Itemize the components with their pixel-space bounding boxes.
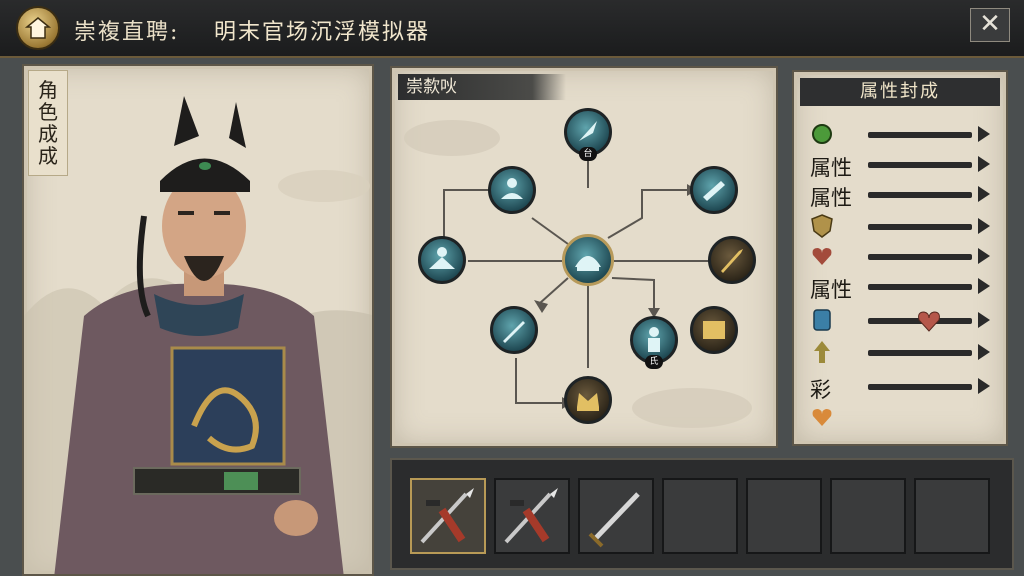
expand-arrow-icon[interactable] <box>978 378 990 394</box>
heart-icon <box>812 248 832 265</box>
role-label-char: 色 <box>38 100 58 124</box>
up-arrow-icon <box>814 341 830 363</box>
meditating-figure-icon <box>429 247 455 269</box>
skill-node-upper-left[interactable] <box>488 166 536 214</box>
skill-node-upper-right[interactable] <box>690 166 738 214</box>
attribute-label: 属性 <box>810 186 852 210</box>
skill-tree-title: 崇歀吙 <box>398 74 566 100</box>
equipment-slot[interactable] <box>746 478 822 554</box>
gold-shield-icon <box>811 214 833 238</box>
sword-icon <box>503 321 525 343</box>
equipment-bar <box>390 458 1014 570</box>
node-badge: 氏 <box>645 355 663 369</box>
attribute-row[interactable] <box>806 404 1002 434</box>
attribute-row[interactable] <box>806 212 1002 242</box>
attribute-row[interactable] <box>806 120 1002 150</box>
skill-node-center[interactable] <box>562 234 614 286</box>
home-roof-icon <box>25 17 51 39</box>
expand-arrow-icon[interactable] <box>978 186 990 202</box>
equipment-slot[interactable] <box>578 478 654 554</box>
official-portrait <box>54 96 344 574</box>
attribute-row[interactable]: 属性 <box>806 272 1002 302</box>
crossed-spear-icon <box>420 488 474 544</box>
attribute-row[interactable]: 属性 <box>806 180 1002 210</box>
attribute-row[interactable] <box>806 242 1002 272</box>
expand-arrow-icon[interactable] <box>978 248 990 264</box>
character-panel: 角 色 成 成 <box>22 64 374 576</box>
expand-arrow-icon[interactable] <box>978 218 990 234</box>
lotus-icon <box>575 256 601 271</box>
attribute-panel: 属性封成 属性 属性 属性 彩 <box>792 70 1008 446</box>
equipment-slot[interactable] <box>494 478 570 554</box>
title-bar: 崇複直聘: 明末官场沉浮模拟器 ✕ <box>0 0 1024 58</box>
expand-arrow-icon[interactable] <box>978 126 990 142</box>
skill-node-left[interactable] <box>418 236 466 284</box>
scroll-quill-icon <box>703 181 725 201</box>
role-label-char: 成 <box>38 144 58 168</box>
gold-sword-icon <box>721 249 743 273</box>
scroll-document-icon <box>703 321 725 339</box>
close-button[interactable]: ✕ <box>970 8 1010 42</box>
expand-arrow-icon[interactable] <box>978 278 990 294</box>
crossed-spear-icon <box>504 488 558 544</box>
skill-tree-panel: 崇歀吙 台 氏 <box>390 66 778 448</box>
meditation-icon <box>501 178 523 199</box>
page-title: 明末官场沉浮模拟器 <box>214 20 431 45</box>
attribute-row[interactable]: 属性 <box>806 150 1002 180</box>
attribute-label: 属性 <box>810 278 852 302</box>
skill-node-far-right[interactable] <box>690 306 738 354</box>
attribute-label: 彩 <box>810 378 831 402</box>
scroll-badge-icon <box>813 309 831 331</box>
home-button[interactable] <box>16 6 60 50</box>
heart-icon <box>918 311 940 332</box>
skill-node-top[interactable]: 台 <box>564 108 612 161</box>
orange-heart-icon <box>812 409 832 426</box>
skill-node-bottom[interactable] <box>564 376 612 424</box>
expand-arrow-icon[interactable] <box>978 156 990 172</box>
green-gem-icon <box>812 124 832 144</box>
skill-node-lower-right[interactable]: 氏 <box>630 316 678 369</box>
role-vertical-label: 角 色 成 成 <box>28 70 68 176</box>
role-label-char: 角 <box>38 78 58 102</box>
attribute-row[interactable] <box>806 306 1002 336</box>
role-label-char: 成 <box>38 122 58 146</box>
equipment-slot[interactable] <box>830 478 906 554</box>
title-prefix: 崇複直聘: <box>74 20 180 45</box>
crown-icon <box>577 393 599 411</box>
skill-node-lower-left[interactable] <box>490 306 538 354</box>
skill-node-right[interactable] <box>708 236 756 284</box>
expand-arrow-icon[interactable] <box>978 312 990 328</box>
attribute-panel-title: 属性封成 <box>800 78 1000 106</box>
node-badge: 台 <box>579 147 597 161</box>
attribute-row[interactable] <box>806 338 1002 368</box>
equipment-slot[interactable] <box>914 478 990 554</box>
attribute-row[interactable]: 彩 <box>806 372 1002 402</box>
sword-icon <box>588 492 640 548</box>
equipment-slot[interactable] <box>410 478 486 554</box>
equipment-slot[interactable] <box>662 478 738 554</box>
attribute-label: 属性 <box>810 156 852 180</box>
expand-arrow-icon[interactable] <box>978 344 990 360</box>
